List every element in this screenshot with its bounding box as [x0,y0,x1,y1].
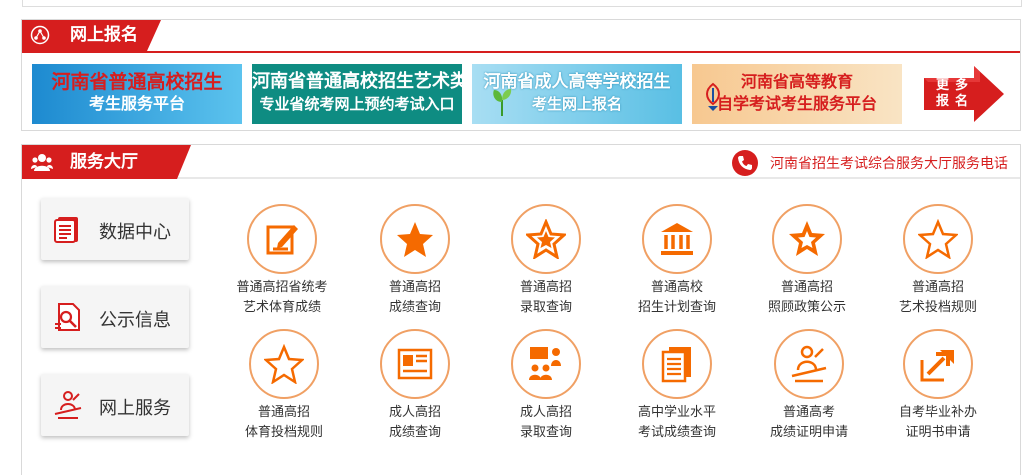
service-label-line2: 艺术投档规则 [898,300,977,315]
service-adult-admission[interactable]: 成人高招 录取查询 [471,329,621,443]
document-search-icon [55,303,80,331]
service-label-line2: 考试成绩查询 [637,425,716,440]
document-list-icon [642,329,712,399]
banner-line1: 河南省普通高校招生 [51,71,223,93]
star-filled-icon [380,204,450,274]
presenter-group-icon [511,329,581,399]
section-title: 服务大厅 [70,152,138,172]
id-card-icon [380,329,450,399]
section-title-tab: 服务大厅 [22,145,191,179]
service-label-line1: 普通高招 [519,280,572,295]
service-label-line1: 普通高招 [780,280,833,295]
service-label-line1: 成人高招 [388,405,441,420]
section-title-tab: 网上报名 [22,20,161,51]
more-registration-button[interactable]: 更多报名 [920,64,1008,124]
banner-adult-exam[interactable]: 河南省成人高等学校招生 考生网上报名 [472,64,682,124]
service-label-line1: 普通高校 [650,280,703,295]
section-title: 网上报名 [70,25,138,45]
self-study-logo-icon [706,82,720,111]
document-stack-icon [54,217,78,243]
star-outline-icon [903,204,973,274]
star-medal-icon [772,204,842,274]
service-art-sports-scores[interactable]: 普通高招省统考 艺术体育成绩 [207,204,357,318]
phone-icon [732,150,758,176]
service-label-line2: 证明书申请 [905,425,971,440]
online-service-button[interactable]: 网上服务 [41,374,189,436]
service-label-line2: 招生计划查询 [637,300,716,315]
export-icon [903,329,973,399]
institution-icon [642,204,712,274]
star-badge-icon [511,204,581,274]
service-label-line2: 体育投档规则 [244,425,323,440]
service-hall-section: 服务大厅 河南省招生考试综合服务大厅服务电话 数据中心 公示信息 网上服务 普通… [21,144,1021,475]
service-label-line1: 自考毕业补办 [898,405,977,420]
top-strip [22,0,1022,7]
service-label-line1: 普通高考 [782,405,835,420]
service-gaokao-scores[interactable]: 普通高招 成绩查询 [340,204,490,318]
phone-text: 河南省招生考试综合服务大厅服务电话 [770,156,1008,172]
service-art-admission-rules[interactable]: 普通高招 艺术投档规则 [863,204,1013,318]
service-sports-admission-rules[interactable]: 普通高招 体育投档规则 [209,329,359,443]
banner-self-study[interactable]: 河南省高等教育 自学考试考生服务平台 [692,64,902,124]
public-info-button[interactable]: 公示信息 [41,286,189,348]
users-icon [31,154,53,171]
service-academic-level-scores[interactable]: 高中学业水平 考试成绩查询 [602,329,752,443]
service-label-line1: 普通高招 [388,280,441,295]
more-label: 更多报名 [936,78,975,109]
service-label-line2: 录取查询 [519,300,572,315]
service-label-line1: 普通高招 [257,405,310,420]
service-label-line2: 照顾政策公示 [767,300,846,315]
service-label-line2: 艺术体育成绩 [242,300,321,315]
banner-line1: 河南省普通高校招生艺术类 [252,71,462,92]
service-gaokao-admission[interactable]: 普通高招 录取查询 [471,204,621,318]
sprout-icon [493,89,512,116]
service-label-line2: 成绩查询 [388,425,441,440]
service-phone[interactable]: 河南省招生考试综合服务大厅服务电话 [732,150,1008,176]
service-label-line1: 普通高招省统考 [236,280,328,295]
service-label-line1: 成人高招 [519,405,572,420]
side-button-label: 数据中心 [99,222,171,243]
star-outline-icon [249,329,319,399]
side-button-label: 公示信息 [99,310,171,331]
service-label-line2: 成绩查询 [388,300,441,315]
banner-line2: 考生服务平台 [88,94,185,113]
service-adult-scores[interactable]: 成人高招 成绩查询 [340,329,490,443]
data-center-button[interactable]: 数据中心 [41,198,189,260]
service-enrollment-plan[interactable]: 普通高校 招生计划查询 [602,204,752,318]
service-label-line1: 普通高招 [911,280,964,295]
service-graduation-certificate-reissue[interactable]: 自考毕业补办 证明书申请 [863,329,1013,443]
service-label-line1: 高中学业水平 [637,405,716,420]
service-preferential-policy[interactable]: 普通高招 照顾政策公示 [732,204,882,318]
section-header: 网上报名 [22,20,1020,53]
side-button-label: 网上服务 [99,398,171,419]
banner-art-exam[interactable]: 河南省普通高校招生艺术类 专业省统考网上预约考试入口 [252,64,462,124]
edit-icon [247,204,317,274]
service-label-line2: 录取查询 [519,425,572,440]
network-icon [30,25,50,45]
section-header: 服务大厅 河南省招生考试综合服务大厅服务电话 [22,145,1020,179]
online-registration-section: 网上报名 河南省普通高校招生 考生服务平台 河南省普通高校招生艺术类 专业省统考… [21,19,1021,131]
person-desk-icon [54,391,82,419]
person-desk-icon [774,329,844,399]
service-label-line2: 成绩证明申请 [769,425,848,440]
service-score-certificate[interactable]: 普通高考 成绩证明申请 [734,329,884,443]
banner-line2: 专业省统考网上预约考试入口 [259,95,455,113]
banner-gaokao-service[interactable]: 河南省普通高校招生 考生服务平台 [32,64,242,124]
